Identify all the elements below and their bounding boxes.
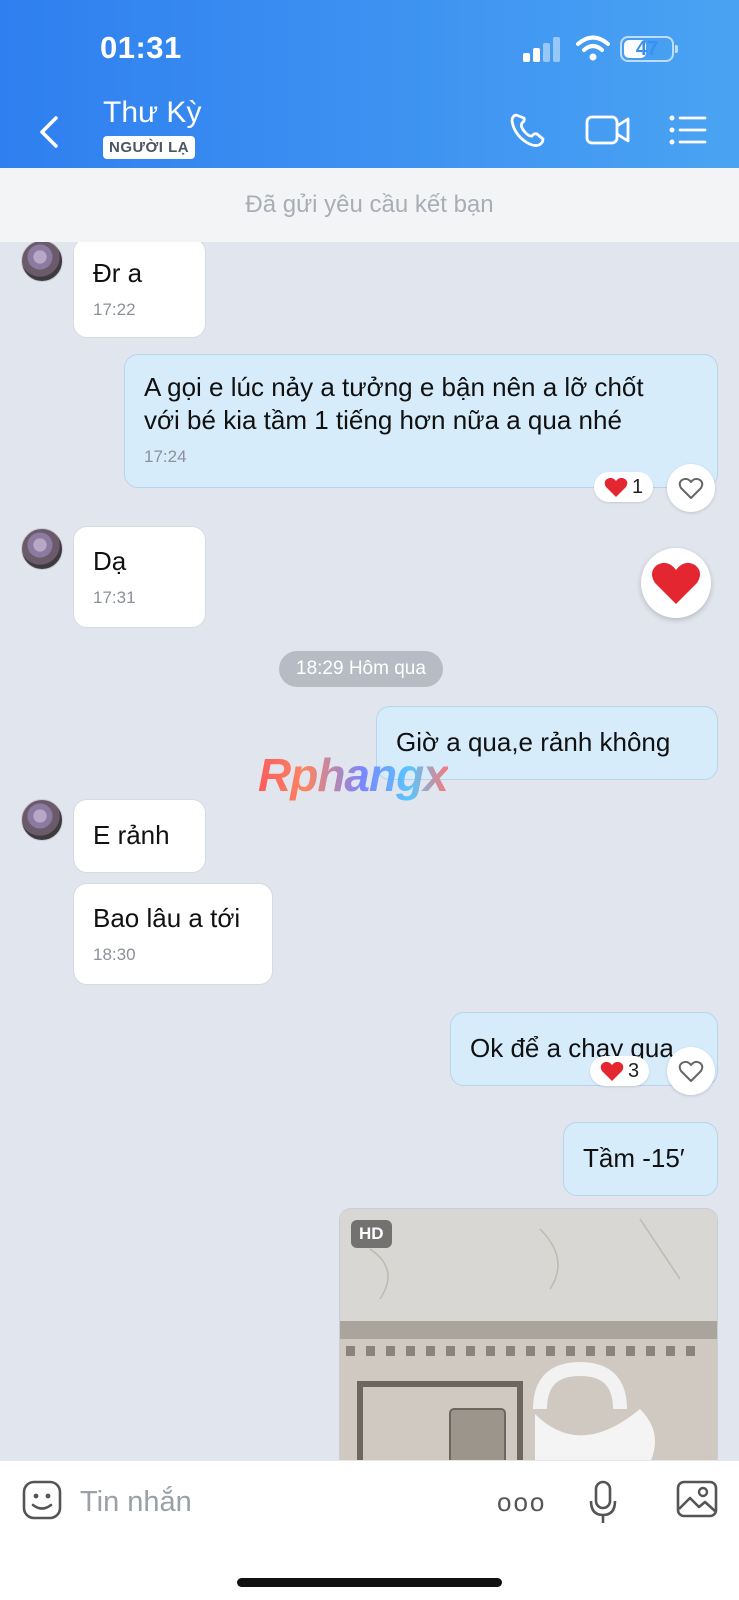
quick-heart-button[interactable] [641, 548, 711, 618]
status-time: 01:31 [100, 30, 182, 65]
battery-level: 47 [635, 38, 659, 60]
contact-name[interactable]: Thư Kỳ [103, 96, 201, 130]
stranger-badge: NGƯỜI LẠ [103, 136, 196, 159]
more-options-icon[interactable]: ooo [497, 1487, 546, 1518]
message-time: 18:30 [93, 945, 136, 964]
hd-badge: HD [351, 1220, 392, 1248]
message-bubble-outgoing[interactable]: A gọi e lúc nảy a tưởng e bận nên a lỡ c… [124, 354, 718, 488]
menu-list-icon[interactable] [667, 110, 711, 150]
react-button[interactable] [667, 464, 715, 512]
watermark-logo: Rphangx [258, 749, 449, 801]
message-bubble-incoming[interactable]: Đr a 17:22 [73, 242, 206, 338]
message-input[interactable]: Tin nhắn [80, 1481, 460, 1523]
avatar[interactable] [21, 242, 63, 282]
message-time: 17:31 [93, 588, 136, 607]
date-separator: 18:29 Hôm qua [279, 651, 443, 687]
message-text: Đr a [93, 258, 143, 288]
home-indicator [237, 1578, 502, 1587]
chat-header: 01:31 47 Thư Kỳ NGƯỜI LẠ [0, 0, 739, 168]
avatar[interactable] [21, 528, 63, 570]
microphone-icon[interactable] [588, 1479, 618, 1525]
message-text: E rảnh [93, 820, 170, 850]
reaction-summary[interactable]: 1 [594, 472, 654, 502]
friend-request-banner: Đã gửi yêu cầu kết bạn [0, 168, 739, 242]
message-bubble-outgoing[interactable]: Tầm -15′ [563, 1122, 718, 1196]
message-text: với bé kia tầm 1 tiếng hơn nữa a qua nhé [144, 405, 622, 435]
message-text: A gọi e lúc nảy a tưởng e bận nên a lỡ c… [144, 372, 644, 402]
message-bubble-incoming[interactable]: E rảnh [73, 799, 206, 873]
reaction-summary[interactable]: 3 [590, 1056, 650, 1086]
video-call-icon[interactable] [584, 110, 632, 150]
heart-outline-icon [678, 1060, 704, 1082]
back-icon[interactable] [30, 108, 70, 156]
message-bubble-incoming[interactable]: Dạ 17:31 [73, 526, 206, 628]
message-text: Bao lâu a tới [93, 903, 241, 933]
chat-messages[interactable]: Đr a 17:22 A gọi e lúc nảy a tưởng e bận… [0, 242, 739, 1460]
sticker-emoji-icon[interactable] [21, 1479, 63, 1523]
message-text: Tầm -15′ [583, 1143, 685, 1173]
wifi-icon [576, 35, 610, 61]
image-gallery-icon[interactable] [675, 1479, 719, 1521]
avatar[interactable] [21, 799, 63, 841]
phone-icon[interactable] [506, 110, 550, 150]
reaction-count: 3 [628, 1059, 640, 1082]
battery-icon: 47 [620, 36, 678, 62]
message-bubble-incoming[interactable]: Bao lâu a tới 18:30 [73, 883, 273, 985]
image-message[interactable]: HD [339, 1208, 718, 1460]
heart-icon [604, 477, 628, 497]
heart-icon [651, 562, 701, 604]
message-time: 17:24 [144, 447, 187, 466]
cellular-signal-icon [523, 36, 563, 62]
photo-thumbnail [340, 1209, 717, 1460]
message-time: 17:22 [93, 300, 136, 319]
heart-outline-icon [678, 477, 704, 499]
reaction-count: 1 [632, 475, 644, 498]
react-button[interactable] [667, 1047, 715, 1095]
message-text: Ok để a chạy qua [470, 1033, 674, 1063]
message-text: Dạ [93, 546, 127, 576]
heart-icon [600, 1061, 624, 1081]
